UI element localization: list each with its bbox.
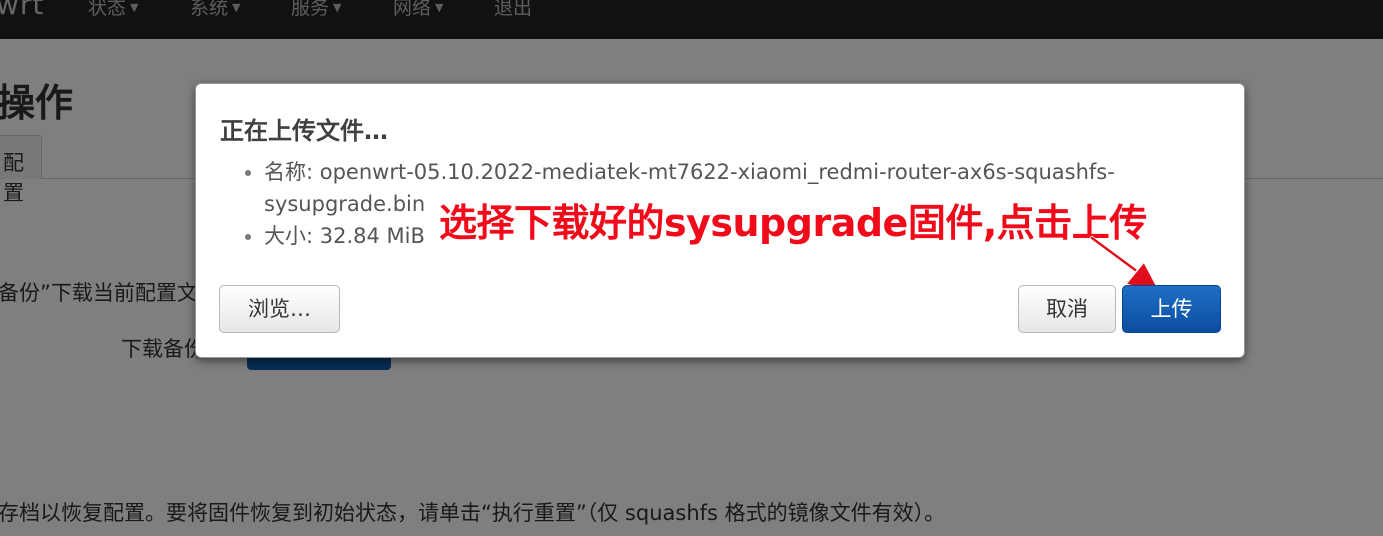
upload-dialog: 正在上传文件… 名称: openwrt-05.10.2022-mediatek-…: [195, 83, 1245, 358]
cancel-button[interactable]: 取消: [1018, 285, 1116, 333]
instruction-annotation: 选择下载好的sysupgrade固件,点击上传: [439, 201, 1148, 246]
dialog-title: 正在上传文件…: [220, 117, 388, 145]
upload-button[interactable]: 上传: [1122, 285, 1221, 333]
browse-button[interactable]: 浏览…: [219, 285, 340, 333]
